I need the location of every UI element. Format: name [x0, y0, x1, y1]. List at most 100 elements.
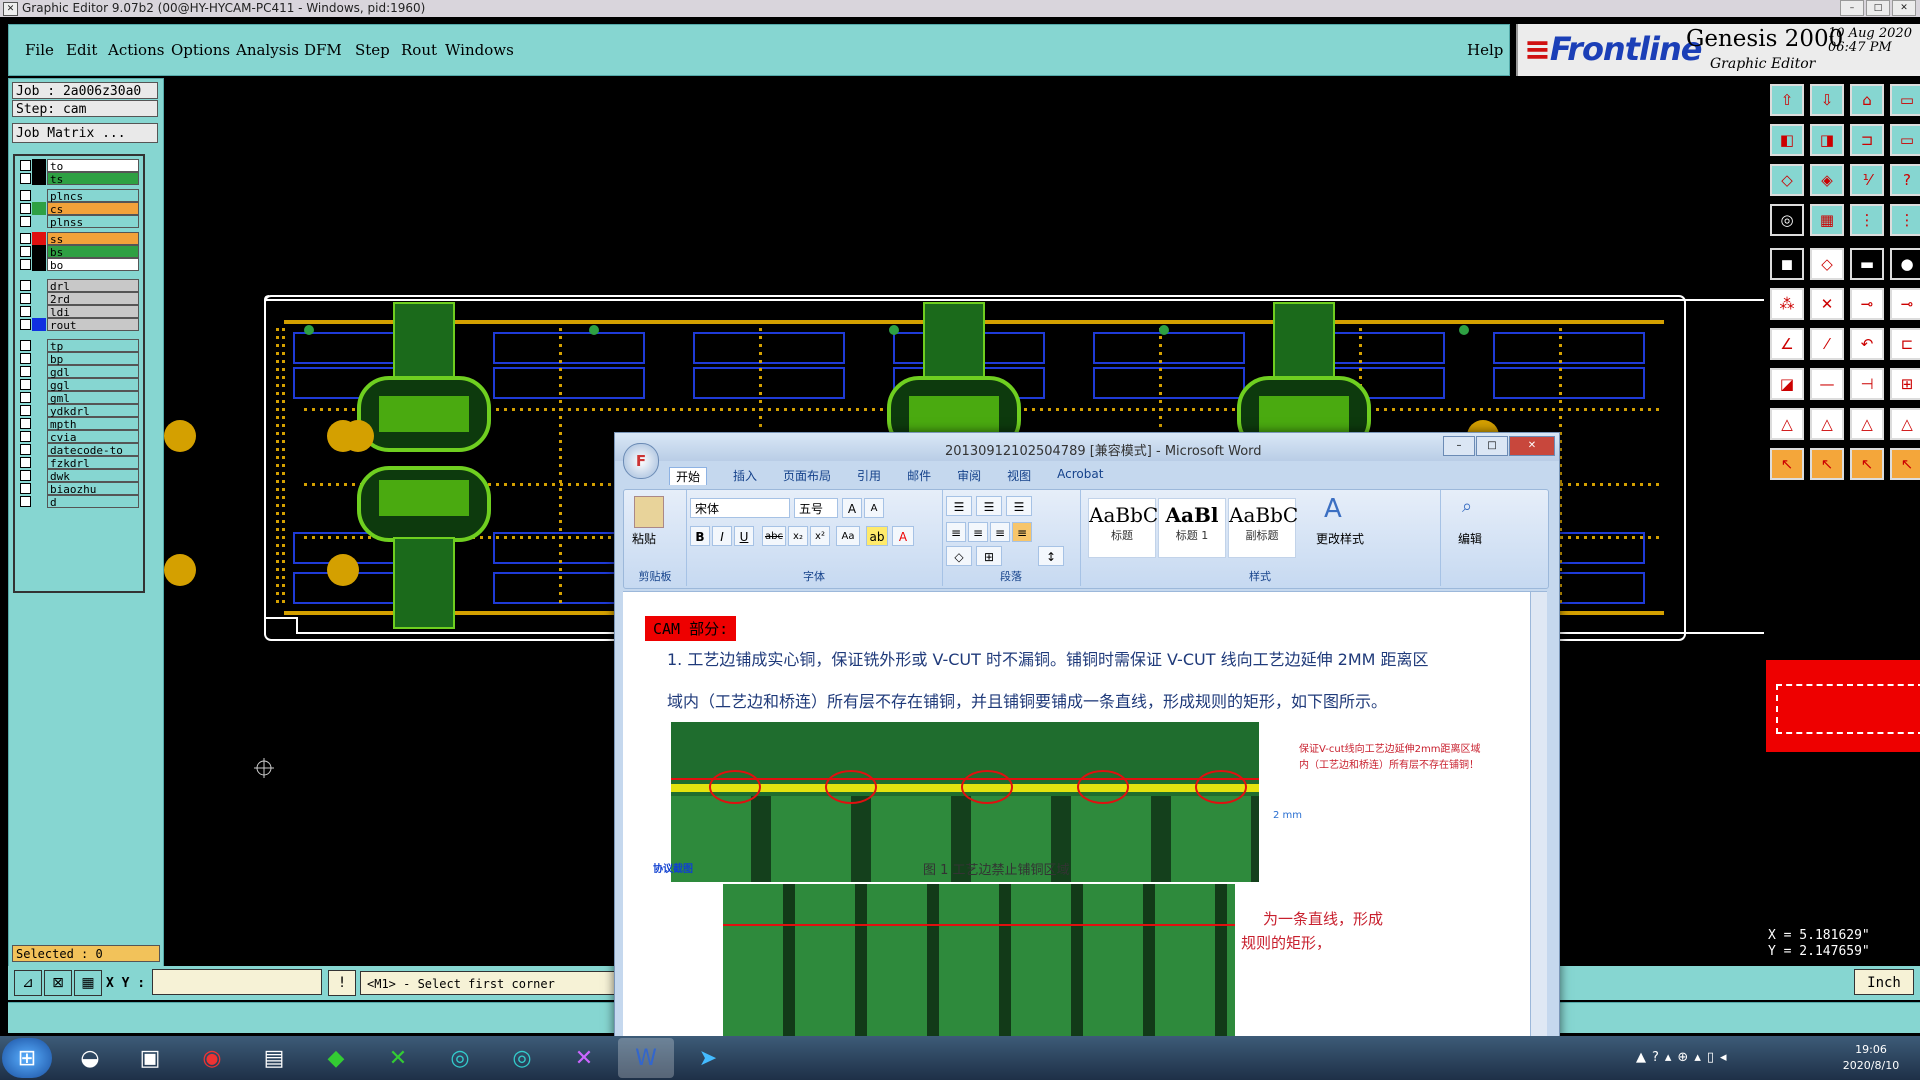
taskbar-pcb-icon[interactable]: ◆	[308, 1038, 364, 1078]
tool-button-30[interactable]: —	[1810, 368, 1844, 400]
layer-name[interactable]: gdl	[47, 365, 139, 379]
layer-row-dwk[interactable]: dwk	[18, 469, 139, 483]
layer-name[interactable]: ggl	[47, 378, 139, 392]
layer-checkbox[interactable]	[20, 405, 31, 416]
menu-options[interactable]: Options	[171, 41, 230, 59]
taskbar-eye-icon[interactable]: ◎	[432, 1038, 488, 1078]
layer-name[interactable]: cvia	[47, 430, 139, 444]
grid-icon[interactable]: ▦	[74, 970, 102, 996]
tool-button-17[interactable]: ◼	[1770, 248, 1804, 280]
layer-row-gdl[interactable]: gdl	[18, 365, 139, 379]
layer-name[interactable]: cs	[47, 202, 139, 216]
taskbar-save-icon[interactable]: ▣	[122, 1038, 178, 1078]
tool-button-7[interactable]: ⊐	[1850, 124, 1884, 156]
taskbar-excel-icon[interactable]: ✕	[370, 1038, 426, 1078]
taskbar-genesis-icon[interactable]: ✕	[556, 1038, 612, 1078]
document-area[interactable]: CAM 部分: 1. 工艺边铺成实心铜，保证铣外形或 V-CUT 时不漏铜。铺铜…	[623, 591, 1547, 1044]
menu-analysis[interactable]: Analysis	[236, 41, 299, 59]
tool-button-13[interactable]: ◎	[1770, 204, 1804, 236]
measure-icon[interactable]: ⊠	[44, 970, 72, 996]
layer-row-datecode-to[interactable]: datecode-to	[18, 443, 139, 457]
draw-icon[interactable]: ⊿	[14, 970, 42, 996]
layer-name[interactable]: to	[47, 159, 139, 173]
layer-name[interactable]: d	[47, 495, 139, 509]
layer-name[interactable]: datecode-to	[47, 443, 139, 457]
style-title[interactable]: AaBbC 标题	[1088, 498, 1158, 558]
tool-button-2[interactable]: ⇩	[1810, 84, 1844, 116]
clock[interactable]: 19:06 2020/8/10	[1826, 1042, 1916, 1074]
layer-row-plncs[interactable]: plncs	[18, 189, 139, 203]
layer-row-plnss[interactable]: plnss	[18, 215, 139, 229]
layer-checkbox[interactable]	[20, 470, 31, 481]
tool-button-21[interactable]: ⁂	[1770, 288, 1804, 320]
layer-row-drl[interactable]: drl	[18, 279, 139, 293]
layer-row-to[interactable]: to	[18, 159, 139, 173]
layer-checkbox[interactable]	[20, 233, 31, 244]
tool-button-15[interactable]: ⋮	[1850, 204, 1884, 236]
menu-step[interactable]: Step	[355, 41, 390, 59]
tool-button-37[interactable]: ↖	[1770, 448, 1804, 480]
tool-button-11[interactable]: ⅟	[1850, 164, 1884, 196]
find-icon[interactable]: ⌕	[1462, 496, 1472, 517]
menu-edit[interactable]: Edit	[66, 41, 97, 59]
layer-checkbox[interactable]	[20, 353, 31, 364]
tool-button-38[interactable]: ↖	[1810, 448, 1844, 480]
units-button[interactable]: Inch	[1854, 969, 1914, 995]
word-minimize-button[interactable]: –	[1443, 436, 1475, 456]
layer-name[interactable]: bs	[47, 245, 139, 259]
layer-row-mpth[interactable]: mpth	[18, 417, 139, 431]
layer-checkbox[interactable]	[20, 483, 31, 494]
tab-home[interactable]: 开始	[669, 467, 708, 485]
tab-review[interactable]: 审阅	[957, 467, 981, 485]
start-button[interactable]: ⊞	[2, 1038, 52, 1078]
font-size-select[interactable]: 五号	[794, 498, 838, 518]
taskbar-notepad-icon[interactable]: ▤	[246, 1038, 302, 1078]
layer-checkbox[interactable]	[20, 246, 31, 257]
layer-name[interactable]: ydkdrl	[47, 404, 139, 418]
layer-row-ggl[interactable]: ggl	[18, 378, 139, 392]
tool-button-26[interactable]: ⁄	[1810, 328, 1844, 360]
layer-row-cs[interactable]: cs	[18, 202, 139, 216]
tool-button-6[interactable]: ◨	[1810, 124, 1844, 156]
taskbar-app-icon[interactable]: ◉	[184, 1038, 240, 1078]
font-name-select[interactable]: 宋体	[690, 498, 790, 518]
tool-button-18[interactable]: ◇	[1810, 248, 1844, 280]
style-subtitle[interactable]: AaBbC 副标题	[1228, 498, 1298, 558]
layer-row-d[interactable]: d	[18, 495, 139, 509]
change-styles-icon[interactable]: A	[1324, 494, 1342, 524]
layer-checkbox[interactable]	[20, 366, 31, 377]
tool-button-24[interactable]: ⊸	[1890, 288, 1920, 320]
vertical-scrollbar[interactable]	[1530, 592, 1547, 1042]
taskbar-viewer-icon[interactable]: ◎	[494, 1038, 550, 1078]
tab-page-layout[interactable]: 页面布局	[783, 467, 831, 485]
grow-font-icon[interactable]: A	[842, 498, 862, 518]
layer-checkbox[interactable]	[20, 379, 31, 390]
tool-button-3[interactable]: ⌂	[1850, 84, 1884, 116]
bold-icon[interactable]: B	[690, 526, 710, 546]
tool-button-35[interactable]: △	[1850, 408, 1884, 440]
layer-name[interactable]: ldi	[47, 305, 139, 319]
tab-references[interactable]: 引用	[857, 467, 881, 485]
word-window[interactable]: F 20130912102504789 [兼容模式] - Microsoft W…	[614, 432, 1560, 1044]
tool-button-31[interactable]: ⊣	[1850, 368, 1884, 400]
italic-icon[interactable]: I	[712, 526, 732, 546]
menu-windows[interactable]: Windows	[445, 41, 514, 59]
tool-button-20[interactable]: ●	[1890, 248, 1920, 280]
layer-checkbox[interactable]	[20, 160, 31, 171]
layer-row-gml[interactable]: gml	[18, 391, 139, 405]
layer-name[interactable]: plnss	[47, 215, 139, 229]
layer-row-tp[interactable]: tp	[18, 339, 139, 353]
tool-button-32[interactable]: ⊞	[1890, 368, 1920, 400]
taskbar-word-icon[interactable]: W	[618, 1038, 674, 1078]
layer-checkbox[interactable]	[20, 444, 31, 455]
tool-button-33[interactable]: △	[1770, 408, 1804, 440]
minimize-button[interactable]: –	[1840, 0, 1864, 16]
alert-icon[interactable]: !	[328, 970, 356, 996]
layer-row-biaozhu[interactable]: biaozhu	[18, 482, 139, 496]
tab-acrobat[interactable]: Acrobat	[1057, 467, 1103, 485]
tool-button-29[interactable]: ◪	[1770, 368, 1804, 400]
underline-icon[interactable]: U	[734, 526, 754, 546]
strikethrough-icon[interactable]: abc	[762, 526, 786, 546]
tool-button-22[interactable]: ✕	[1810, 288, 1844, 320]
tool-button-34[interactable]: △	[1810, 408, 1844, 440]
